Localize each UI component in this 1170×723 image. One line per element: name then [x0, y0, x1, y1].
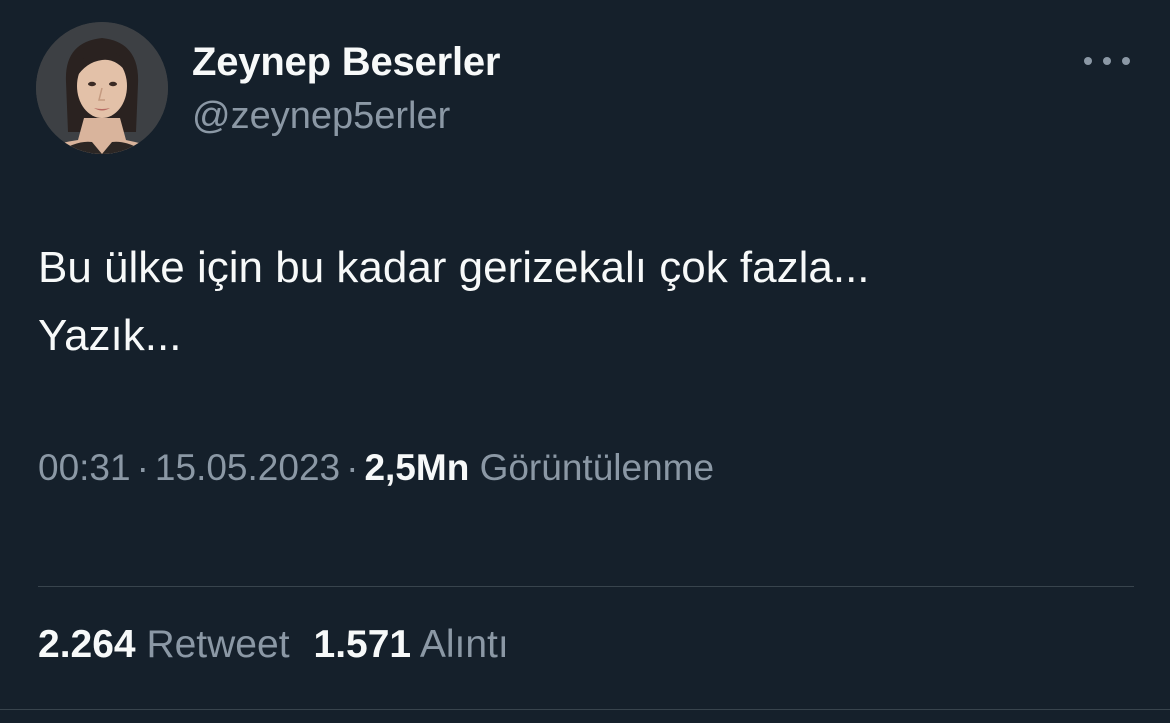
tweet-text-line: Yazık... — [38, 311, 182, 360]
more-horizontal-icon — [1122, 57, 1130, 65]
meta-separator: · — [346, 447, 359, 488]
retweets-count: 2.264 — [38, 623, 136, 666]
meta-separator: · — [136, 447, 149, 488]
tweet-detail: Zeynep Beserler @zeynep5erler Bu ülke iç… — [0, 0, 1170, 723]
views-count: 2,5Mn — [364, 447, 470, 488]
tweet-date[interactable]: 15.05.2023 — [155, 447, 340, 488]
avatar-image — [36, 22, 168, 154]
tweet-time[interactable]: 00:31 — [38, 447, 131, 488]
divider — [0, 709, 1170, 710]
divider — [38, 586, 1134, 587]
tweet-text: Bu ülke için bu kadar gerizekalı çok faz… — [38, 234, 1128, 370]
views-label: Görüntülenme — [479, 447, 715, 488]
avatar[interactable] — [36, 22, 168, 154]
quotes-stat[interactable]: 1.571 Alıntı — [314, 623, 509, 667]
author-handle[interactable]: @zeynep5erler — [192, 95, 450, 138]
more-options-button[interactable] — [1080, 44, 1134, 78]
author-display-name[interactable]: Zeynep Beserler — [192, 40, 500, 85]
more-horizontal-icon — [1103, 57, 1111, 65]
tweet-text-line: Bu ülke için bu kadar gerizekalı çok faz… — [38, 243, 870, 292]
quotes-count: 1.571 — [313, 623, 412, 666]
engagement-stats: 2.264 Retweet 1.571 Alıntı — [38, 623, 509, 667]
more-horizontal-icon — [1084, 57, 1092, 65]
retweets-stat[interactable]: 2.264 Retweet — [38, 623, 290, 667]
retweets-label: Retweet — [146, 623, 290, 666]
quotes-label: Alıntı — [419, 623, 509, 666]
tweet-meta: 00:31 · 15.05.2023 · 2,5Mn Görüntülenme — [38, 447, 714, 489]
